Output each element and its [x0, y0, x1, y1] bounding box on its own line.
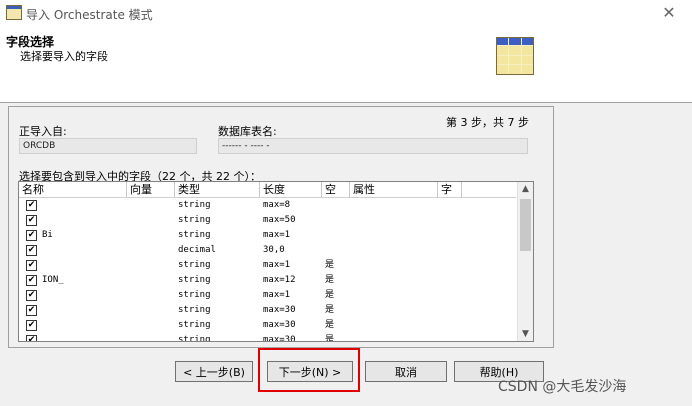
import-from-label: 正导入自:: [19, 125, 67, 138]
cancel-button[interactable]: 取消: [365, 361, 447, 382]
scroll-up-icon[interactable]: ▲: [518, 182, 533, 196]
field-name-cell: [39, 288, 127, 303]
include-checkbox[interactable]: ✔: [26, 230, 37, 241]
wizard-body: 第 3 步，共 7 步 正导入自: ORCDB 数据库表名: ------ - …: [0, 103, 692, 406]
include-checkbox[interactable]: ✔: [26, 305, 37, 316]
watermark-text: CSDN @大毛发沙海: [498, 379, 627, 395]
field-length-cell: max=30: [263, 305, 296, 315]
field-length-cell: 30,0: [263, 245, 285, 255]
field-type-cell: string: [178, 200, 211, 210]
field-type-cell: string: [178, 230, 211, 240]
field-type-cell: string: [178, 275, 211, 285]
field-type-cell: string: [178, 215, 211, 225]
list-header: 名称 向量 类型 长度 空 属性 字: [19, 182, 516, 198]
step-subtitle: 选择要导入的字段: [20, 50, 108, 63]
field-null-cell: 是: [325, 320, 335, 330]
col-name[interactable]: 名称: [19, 182, 127, 197]
field-length-cell: max=50: [263, 215, 296, 225]
include-checkbox[interactable]: ✔: [26, 215, 37, 226]
field-length-cell: max=30: [263, 335, 296, 342]
import-from-field: ORCDB: [19, 138, 197, 154]
table-row[interactable]: ✔ string max=30 是: [19, 318, 516, 333]
include-checkbox[interactable]: ✔: [26, 260, 37, 271]
field-null-cell: 是: [325, 290, 335, 300]
table-row[interactable]: ✔ string max=50: [19, 213, 516, 228]
field-null-cell: [322, 243, 350, 258]
field-length-cell: max=1: [263, 260, 291, 270]
field-name-cell: [39, 213, 127, 228]
table-row[interactable]: ✔ string max=30 是: [19, 303, 516, 318]
col-char[interactable]: 字: [438, 182, 462, 197]
field-null-cell: 是: [325, 335, 335, 342]
field-null-cell: 是: [325, 305, 335, 315]
col-vector[interactable]: 向量: [127, 182, 175, 197]
back-button[interactable]: < 上一步(B): [175, 361, 253, 382]
table-row[interactable]: ✔ string max=30 是: [19, 333, 516, 342]
include-checkbox[interactable]: ✔: [26, 275, 37, 286]
field-list[interactable]: 名称 向量 类型 长度 空 属性 字 ✔ string max=8 ✔ string ma…: [18, 181, 534, 342]
field-null-cell: [322, 198, 350, 213]
table-row[interactable]: ✔ ION_ string max=12 是: [19, 273, 516, 288]
window-title: 导入 Orchestrate 模式: [26, 8, 153, 22]
close-button[interactable]: ✕: [654, 2, 684, 24]
field-type-cell: string: [178, 260, 211, 270]
field-null-cell: 是: [325, 275, 335, 285]
field-name-cell: Bi: [42, 230, 53, 240]
include-checkbox[interactable]: ✔: [26, 335, 37, 341]
field-type-cell: decimal: [178, 245, 216, 255]
field-name-cell: [39, 198, 127, 213]
col-attributes[interactable]: 属性: [350, 182, 438, 197]
field-null-cell: [322, 228, 350, 243]
db-table-label: 数据库表名:: [218, 125, 277, 138]
table-row[interactable]: ✔ string max=1 是: [19, 288, 516, 303]
field-length-cell: max=8: [263, 200, 291, 210]
field-length-cell: max=1: [263, 290, 291, 300]
vertical-scrollbar[interactable]: ▲ ▼: [517, 182, 533, 341]
table-row[interactable]: ✔ string max=1 是: [19, 258, 516, 273]
col-null[interactable]: 空: [322, 182, 350, 197]
field-type-cell: string: [178, 320, 211, 330]
wizard-header: 字段选择 选择要导入的字段: [0, 26, 692, 102]
col-length[interactable]: 长度: [260, 182, 322, 197]
db-table-field: ------ - ---- -: [218, 138, 528, 154]
app-window-icon: [6, 5, 22, 20]
field-type-cell: string: [178, 305, 211, 315]
title-bar: 导入 Orchestrate 模式 ✕: [0, 0, 692, 26]
include-checkbox[interactable]: ✔: [26, 245, 37, 256]
next-button-highlight: [258, 348, 360, 392]
table-grid-icon: [496, 37, 534, 75]
field-length-cell: max=12: [263, 275, 296, 285]
step-indicator: 第 3 步，共 7 步: [446, 116, 529, 129]
scroll-down-icon[interactable]: ▼: [518, 327, 533, 341]
field-type-cell: string: [178, 335, 211, 342]
field-null-cell: [322, 213, 350, 228]
field-length-cell: max=1: [263, 230, 291, 240]
scroll-thumb[interactable]: [520, 199, 531, 251]
field-type-cell: string: [178, 290, 211, 300]
table-row[interactable]: ✔ string max=8: [19, 198, 516, 213]
field-length-cell: max=30: [263, 320, 296, 330]
include-checkbox[interactable]: ✔: [26, 290, 37, 301]
include-checkbox[interactable]: ✔: [26, 320, 37, 331]
field-null-cell: 是: [325, 260, 335, 270]
table-row[interactable]: ✔ Bi string max=1: [19, 228, 516, 243]
field-name-cell: [39, 303, 127, 318]
table-row[interactable]: ✔ decimal 30,0: [19, 243, 516, 258]
include-checkbox[interactable]: ✔: [26, 200, 37, 211]
field-name-cell: [39, 243, 127, 258]
field-name-cell: ION_: [42, 275, 64, 285]
field-name-cell: [39, 333, 127, 341]
field-name-cell: [39, 318, 127, 333]
col-type[interactable]: 类型: [175, 182, 260, 197]
field-name-cell: [39, 258, 127, 273]
